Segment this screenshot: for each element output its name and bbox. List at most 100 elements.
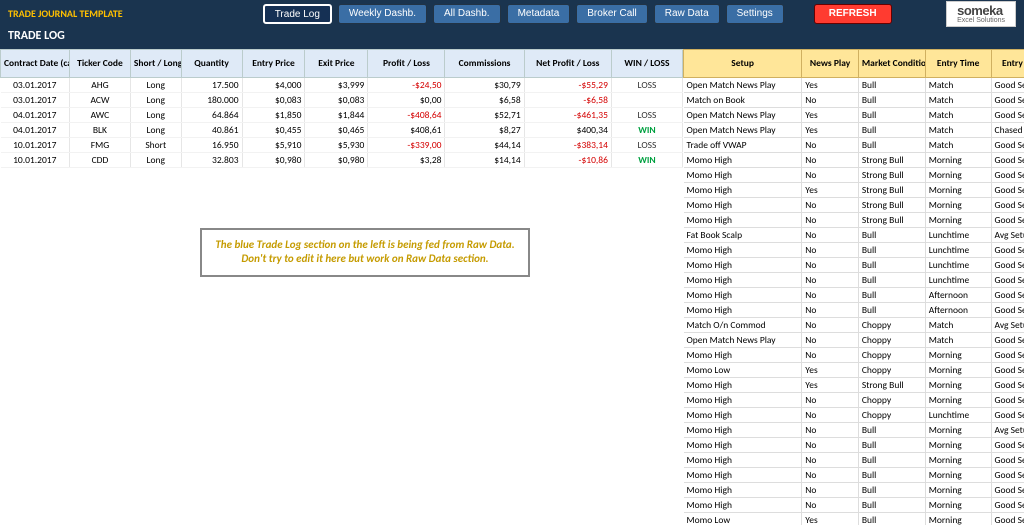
cell: Lunchtime: [925, 243, 991, 258]
cell: No: [802, 483, 859, 498]
cell: 32.803: [181, 153, 242, 168]
cell: Good Se: [991, 183, 1024, 198]
table-row[interactable]: Momo HighNoStrong BullMorningGood Se: [684, 213, 1024, 228]
cell: Strong Bull: [858, 213, 925, 228]
table-row[interactable]: Momo LowYesBullMorningGood Se: [684, 513, 1024, 525]
cell: Momo High: [684, 378, 802, 393]
refresh-button[interactable]: REFRESH: [814, 4, 892, 24]
table-row[interactable]: Momo HighNoBullMorningGood Se: [684, 453, 1024, 468]
top-bar: TRADE JOURNAL TEMPLATE Trade Log Weekly …: [0, 0, 1024, 27]
table-row[interactable]: Open Match News PlayYesBullMatchGood Se: [684, 108, 1024, 123]
cell: Good Se: [991, 468, 1024, 483]
cell: Open Match News Play: [684, 78, 802, 93]
cell: $0,083: [305, 93, 368, 108]
table-row[interactable]: 04.01.2017BLKLong40.861$0,455$0,465$408,…: [1, 123, 683, 138]
tab-raw-data[interactable]: Raw Data: [654, 4, 720, 24]
cell: Choppy: [858, 393, 925, 408]
table-row[interactable]: 10.01.2017CDDLong32.803$0,980$0,980$3,28…: [1, 153, 683, 168]
cell: BLK: [70, 123, 131, 138]
table-row[interactable]: Momo HighNoBullMorningGood Se: [684, 483, 1024, 498]
table-row[interactable]: Match on BookNoBullMatchGood Se: [684, 93, 1024, 108]
table-row[interactable]: Momo HighNoBullAfternoonGood Se: [684, 288, 1024, 303]
cell: No: [802, 393, 859, 408]
cell: AHG: [70, 78, 131, 93]
cell: Bull: [858, 468, 925, 483]
table-row[interactable]: Momo HighYesStrong BullMorningGood Se: [684, 378, 1024, 393]
col-header: Contract Date (calc): [1, 50, 70, 78]
table-row[interactable]: Momo HighNoStrong BullMorningGood Se: [684, 153, 1024, 168]
cell: Choppy: [858, 348, 925, 363]
table-row[interactable]: Momo HighNoChoppyLunchtimeGood Se: [684, 408, 1024, 423]
table-row[interactable]: Momo HighYesStrong BullMorningGood Se: [684, 183, 1024, 198]
table-row[interactable]: Momo HighNoBullLunchtimeGood Se: [684, 273, 1024, 288]
table-row[interactable]: Match O/n CommodNoChoppyMatchAvg Setu: [684, 318, 1024, 333]
tab-trade-log[interactable]: Trade Log: [263, 4, 332, 24]
cell: Good Se: [991, 213, 1024, 228]
cell: -$383,14: [524, 138, 611, 153]
table-row[interactable]: 03.01.2017ACWLong180.000$0,083$0,083$0,0…: [1, 93, 683, 108]
cell: No: [802, 213, 859, 228]
cell: Good Se: [991, 273, 1024, 288]
col-header: News Play: [802, 50, 859, 78]
cell: Bull: [858, 108, 925, 123]
cell: No: [802, 498, 859, 513]
cell: Momo High: [684, 393, 802, 408]
table-row[interactable]: 04.01.2017AWCLong64.864$1,850$1,844-$408…: [1, 108, 683, 123]
cell: Bull: [858, 453, 925, 468]
table-row[interactable]: Momo HighNoBullMorningGood Se: [684, 498, 1024, 513]
table-row[interactable]: Momo HighNoChoppyMorningGood Se: [684, 393, 1024, 408]
table-row[interactable]: Momo HighNoBullMorningAvg Setu: [684, 423, 1024, 438]
cell: Good Se: [991, 408, 1024, 423]
tab-metadata[interactable]: Metadata: [507, 4, 571, 24]
cell: Choppy: [858, 333, 925, 348]
cell: Lunchtime: [925, 273, 991, 288]
cell: -$339,00: [368, 138, 445, 153]
tab-broker-call[interactable]: Broker Call: [576, 4, 647, 24]
table-row[interactable]: Momo HighNoChoppyMorningGood Se: [684, 348, 1024, 363]
cell: Morning: [925, 498, 991, 513]
cell: 10.01.2017: [1, 138, 70, 153]
cell: Good Se: [991, 378, 1024, 393]
table-row[interactable]: Momo HighNoBullMorningGood Se: [684, 468, 1024, 483]
tab-all-dashb[interactable]: All Dashb.: [433, 4, 501, 24]
cell: Momo High: [684, 273, 802, 288]
table-row[interactable]: Open Match News PlayYesBullMatchChased: [684, 123, 1024, 138]
content-area: Contract Date (calc)Ticker CodeShort / L…: [0, 49, 1024, 525]
cell: No: [802, 303, 859, 318]
cell: Open Match News Play: [684, 108, 802, 123]
table-row[interactable]: Momo HighNoStrong BullMorningGood Se: [684, 198, 1024, 213]
table-row[interactable]: Momo HighNoBullLunchtimeGood Se: [684, 243, 1024, 258]
table-row[interactable]: Fat Book ScalpNoBullLunchtimeAvg Setu: [684, 228, 1024, 243]
cell: Choppy: [858, 408, 925, 423]
table-row[interactable]: Trade off VWAPNoBullMatchGood Se: [684, 138, 1024, 153]
logo-text: someka: [957, 4, 1005, 17]
cell: 10.01.2017: [1, 153, 70, 168]
cell: No: [802, 228, 859, 243]
table-row[interactable]: Momo LowYesChoppyMorningGood Se: [684, 363, 1024, 378]
cell: Good Se: [991, 363, 1024, 378]
cell: No: [802, 153, 859, 168]
cell: Avg Setu: [991, 423, 1024, 438]
tab-settings[interactable]: Settings: [726, 4, 784, 24]
cell: $0,980: [305, 153, 368, 168]
col-header: Entry Q: [991, 50, 1024, 78]
cell: -$10,86: [524, 153, 611, 168]
cell: WIN: [611, 123, 682, 138]
cell: $0,980: [242, 153, 305, 168]
table-row[interactable]: Momo HighNoBullLunchtimeGood Se: [684, 258, 1024, 273]
cell: $400,34: [524, 123, 611, 138]
setup-table: SetupNews PlayMarket ConditionsEntry Tim…: [683, 49, 1024, 525]
cell: 64.864: [181, 108, 242, 123]
table-row[interactable]: Momo HighNoBullAfternoonGood Se: [684, 303, 1024, 318]
tab-weekly-dashb[interactable]: Weekly Dashb.: [338, 4, 427, 24]
cell: No: [802, 93, 859, 108]
table-row[interactable]: 10.01.2017FMGShort16.950$5,910$5,930-$33…: [1, 138, 683, 153]
cell: Good Se: [991, 438, 1024, 453]
table-row[interactable]: Momo HighNoStrong BullMorningGood Se: [684, 168, 1024, 183]
logo: someka Excel Solutions: [946, 1, 1016, 27]
table-row[interactable]: 03.01.2017AHGLong17.500$4,000$3,999-$24,…: [1, 78, 683, 93]
col-header: Short / Long: [130, 50, 181, 78]
table-row[interactable]: Open Match News PlayYesBullMatchGood Se: [684, 78, 1024, 93]
table-row[interactable]: Momo HighNoBullMorningGood Se: [684, 438, 1024, 453]
table-row[interactable]: Open Match News PlayNoChoppyMatchGood Se: [684, 333, 1024, 348]
